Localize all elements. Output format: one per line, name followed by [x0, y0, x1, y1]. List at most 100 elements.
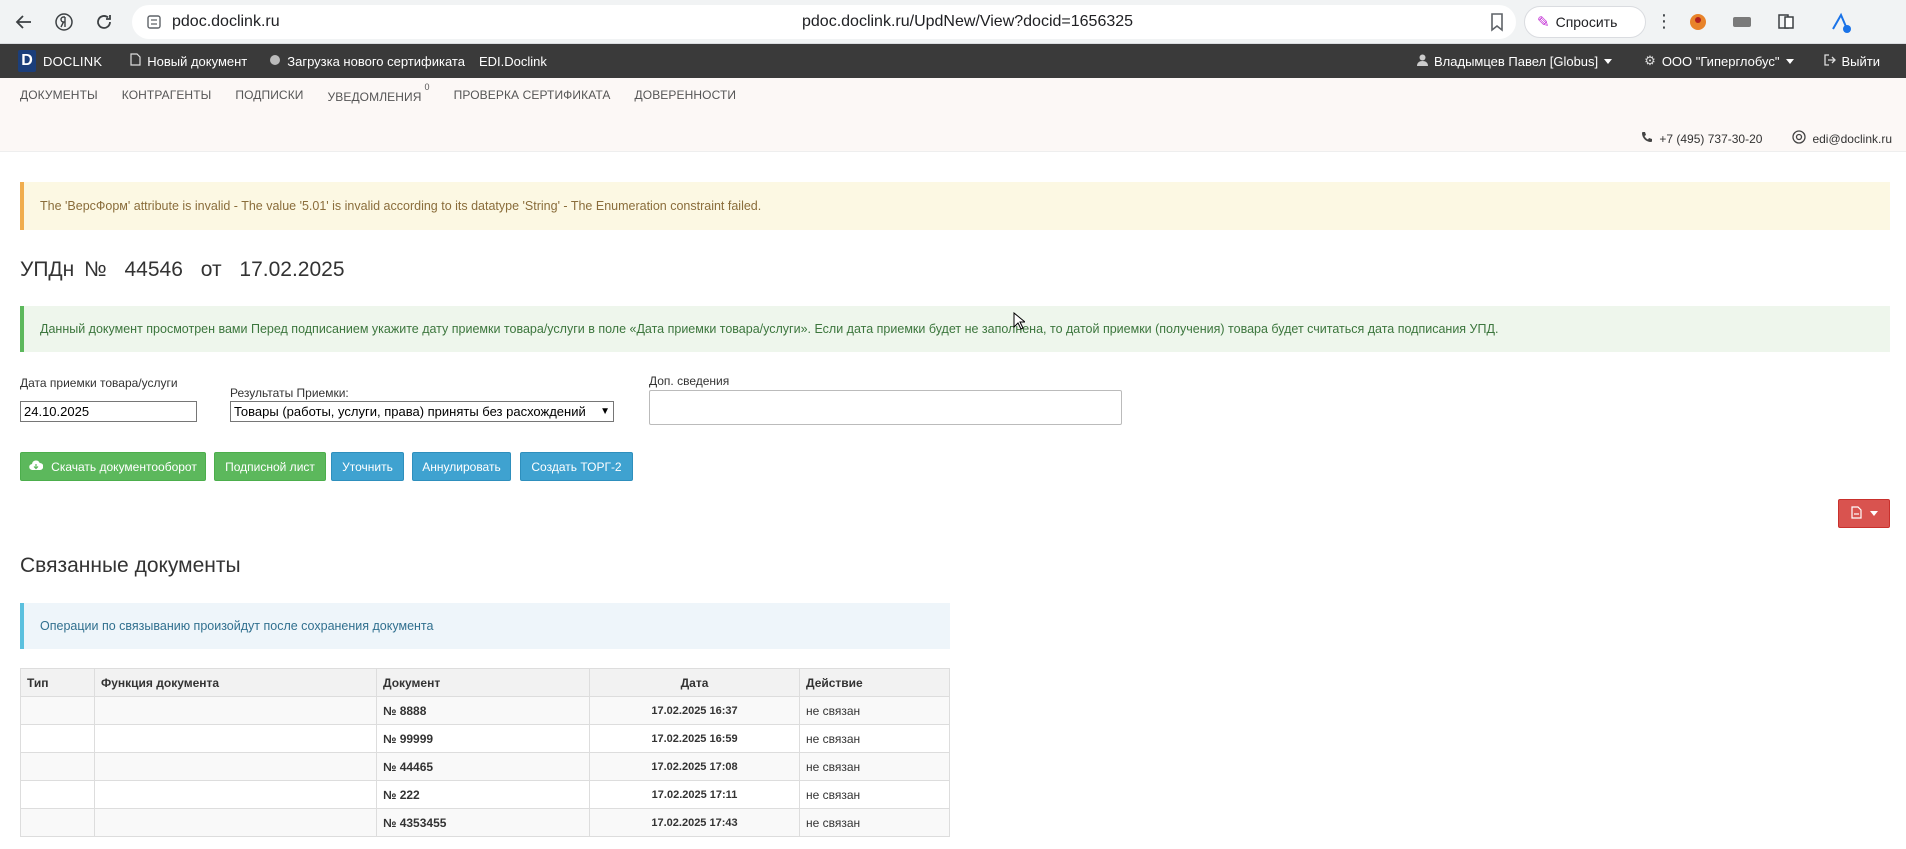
- contact-phone: +7 (495) 737-30-20: [1641, 130, 1762, 147]
- doclink-logo[interactable]: D DOCLINK: [18, 50, 102, 72]
- cell-document[interactable]: № 44465: [376, 752, 590, 781]
- cloud-download-icon: [29, 459, 44, 474]
- user-menu[interactable]: Владымцев Павел [Globus]: [1417, 54, 1613, 69]
- success-text: Данный документ просмотрен вами Перед по…: [40, 322, 1499, 336]
- browser-toolbar: pdoc.doclink.ru pdoc.doclink.ru/UpdNew/V…: [0, 0, 1906, 44]
- extra-info-textarea[interactable]: [649, 390, 1122, 425]
- logo-letter: D: [18, 50, 36, 72]
- chevron-down-icon: [1785, 58, 1794, 64]
- annul-button[interactable]: Аннулировать: [412, 452, 511, 481]
- acceptance-date-input[interactable]: 24.10.2025: [20, 401, 197, 422]
- col-function: Функция документа: [94, 668, 377, 697]
- bookmark-icon[interactable]: [1488, 12, 1508, 32]
- menu-certificate-check[interactable]: ПРОВЕРКА СЕРТИФИКАТА: [454, 88, 611, 104]
- menu-kebab-icon[interactable]: ⋮: [1652, 11, 1676, 32]
- cell-type: [20, 724, 95, 753]
- org-name: ООО "Гиперглобус": [1661, 53, 1780, 69]
- col-type: Тип: [20, 668, 95, 697]
- page-title: УПДн № 44546 от 17.02.2025: [20, 258, 349, 282]
- email-text: edi@doclink.ru: [1812, 131, 1892, 146]
- url-host: pdoc.doclink.ru: [172, 12, 280, 30]
- torg2-label: Создать ТОРГ-2: [531, 459, 622, 474]
- menu-notifications[interactable]: УВЕДОМЛЕНИЯ0: [328, 82, 430, 104]
- url-full: pdoc.doclink.ru/UpdNew/View?docid=165632…: [802, 12, 1134, 30]
- col-action: Действие: [799, 668, 950, 697]
- back-arrow-icon[interactable]: [4, 2, 44, 42]
- acceptance-result-value: Товары (работы, услуги, права) приняты б…: [234, 404, 586, 419]
- viewed-info-alert: Данный документ просмотрен вами Перед по…: [20, 306, 1890, 352]
- profile-icon[interactable]: [1818, 2, 1862, 42]
- nav-upload-certificate[interactable]: Загрузка нового сертификата: [269, 54, 465, 69]
- col-document: Документ: [376, 668, 590, 697]
- ask-button[interactable]: ✎ Спросить: [1524, 5, 1646, 38]
- table-row[interactable]: № 44465 17.02.2025 17:08 не связан: [20, 752, 950, 781]
- logout-link[interactable]: Выйти: [1823, 53, 1881, 69]
- doc-num-sign: №: [84, 258, 107, 281]
- warning-text: The 'ВерсФорм' attribute is invalid - Th…: [40, 199, 762, 213]
- info-text: Операции по связыванию произойдут после …: [40, 619, 434, 633]
- downloads-icon[interactable]: [1720, 2, 1764, 42]
- nav-new-document[interactable]: Новый документ: [130, 53, 247, 69]
- address-bar[interactable]: pdoc.doclink.ru pdoc.doclink.ru/UpdNew/V…: [132, 4, 1516, 39]
- table-row[interactable]: № 8888 17.02.2025 16:37 не связан: [20, 696, 950, 725]
- sign-sheet-button[interactable]: Подписной лист: [214, 452, 326, 481]
- download-docflow-button[interactable]: Скачать документооборот: [20, 452, 206, 481]
- sign-sheet-label: Подписной лист: [225, 459, 315, 474]
- email-icon: [1792, 130, 1807, 147]
- extension-icon[interactable]: [1676, 2, 1720, 42]
- cell-type: [20, 752, 95, 781]
- acceptance-date-label: Дата приемки товара/услуги: [20, 376, 178, 390]
- certificate-icon: [269, 54, 281, 69]
- site-settings-icon[interactable]: [146, 14, 162, 30]
- ask-label: Спросить: [1555, 13, 1618, 30]
- menu-documents[interactable]: ДОКУМЕНТЫ: [20, 88, 98, 104]
- cell-action: не связан: [799, 780, 950, 809]
- table-row[interactable]: № 4353455 17.02.2025 17:43 не связан: [20, 808, 950, 837]
- nav-edi-doclink[interactable]: EDI.Doclink: [479, 54, 547, 69]
- cell-document[interactable]: № 99999: [376, 724, 590, 753]
- chevron-down-icon: ▼: [600, 406, 610, 417]
- cell-function: [94, 724, 377, 753]
- nav-edi-label: EDI.Doclink: [478, 53, 547, 69]
- table-row[interactable]: № 222 17.02.2025 17:11 не связан: [20, 780, 950, 809]
- cell-function: [94, 752, 377, 781]
- create-torg2-button[interactable]: Создать ТОРГ-2: [520, 452, 633, 481]
- menu-contractors[interactable]: КОНТРАГЕНТЫ: [122, 88, 212, 104]
- document-icon: [130, 53, 141, 69]
- related-docs-table: Тип Функция документа Документ Дата Дейс…: [20, 668, 950, 837]
- col-date: Дата: [589, 668, 800, 697]
- pdf-dropdown-button[interactable]: [1838, 499, 1890, 528]
- nav-new-document-label: Новый документ: [147, 53, 248, 69]
- cell-type: [20, 808, 95, 837]
- menu-subscriptions[interactable]: ПОДПИСКИ: [235, 88, 303, 104]
- phone-icon: [1641, 131, 1653, 146]
- related-docs-title: Связанные документы: [20, 554, 241, 577]
- doc-from: от: [200, 258, 222, 281]
- acceptance-result-select[interactable]: Товары (работы, услуги, права) приняты б…: [230, 401, 614, 422]
- cell-date: 17.02.2025 16:37: [589, 696, 800, 725]
- table-row[interactable]: № 99999 17.02.2025 16:59 не связан: [20, 724, 950, 753]
- cell-type: [20, 780, 95, 809]
- cell-action: не связан: [799, 696, 950, 725]
- cell-document[interactable]: № 4353455: [376, 808, 590, 837]
- cell-date: 17.02.2025 17:43: [589, 808, 800, 837]
- org-menu[interactable]: ⚙ ООО "Гиперглобус": [1644, 53, 1794, 69]
- contact-email: edi@doclink.ru: [1792, 130, 1892, 147]
- menu-powers-of-attorney[interactable]: ДОВЕРЕННОСТИ: [635, 88, 737, 104]
- cell-action: не связан: [799, 808, 950, 837]
- app-navbar: D DOCLINK Новый документ Загрузка нового…: [0, 44, 1906, 78]
- reload-icon[interactable]: [84, 2, 124, 42]
- cell-date: 17.02.2025 17:11: [589, 780, 800, 809]
- cell-document[interactable]: № 222: [376, 780, 590, 809]
- sparkle-icon: ✎: [1537, 13, 1550, 31]
- collections-icon[interactable]: [1764, 2, 1808, 42]
- yandex-icon[interactable]: [44, 2, 84, 42]
- acceptance-result-label: Результаты Приемки:: [230, 386, 349, 400]
- cell-function: [94, 696, 377, 725]
- logo-text: DOCLINK: [43, 53, 103, 69]
- cell-function: [94, 808, 377, 837]
- clarify-label: Уточнить: [342, 459, 393, 474]
- clarify-button[interactable]: Уточнить: [331, 452, 404, 481]
- cell-document[interactable]: № 8888: [376, 696, 590, 725]
- logout-label: Выйти: [1841, 53, 1881, 69]
